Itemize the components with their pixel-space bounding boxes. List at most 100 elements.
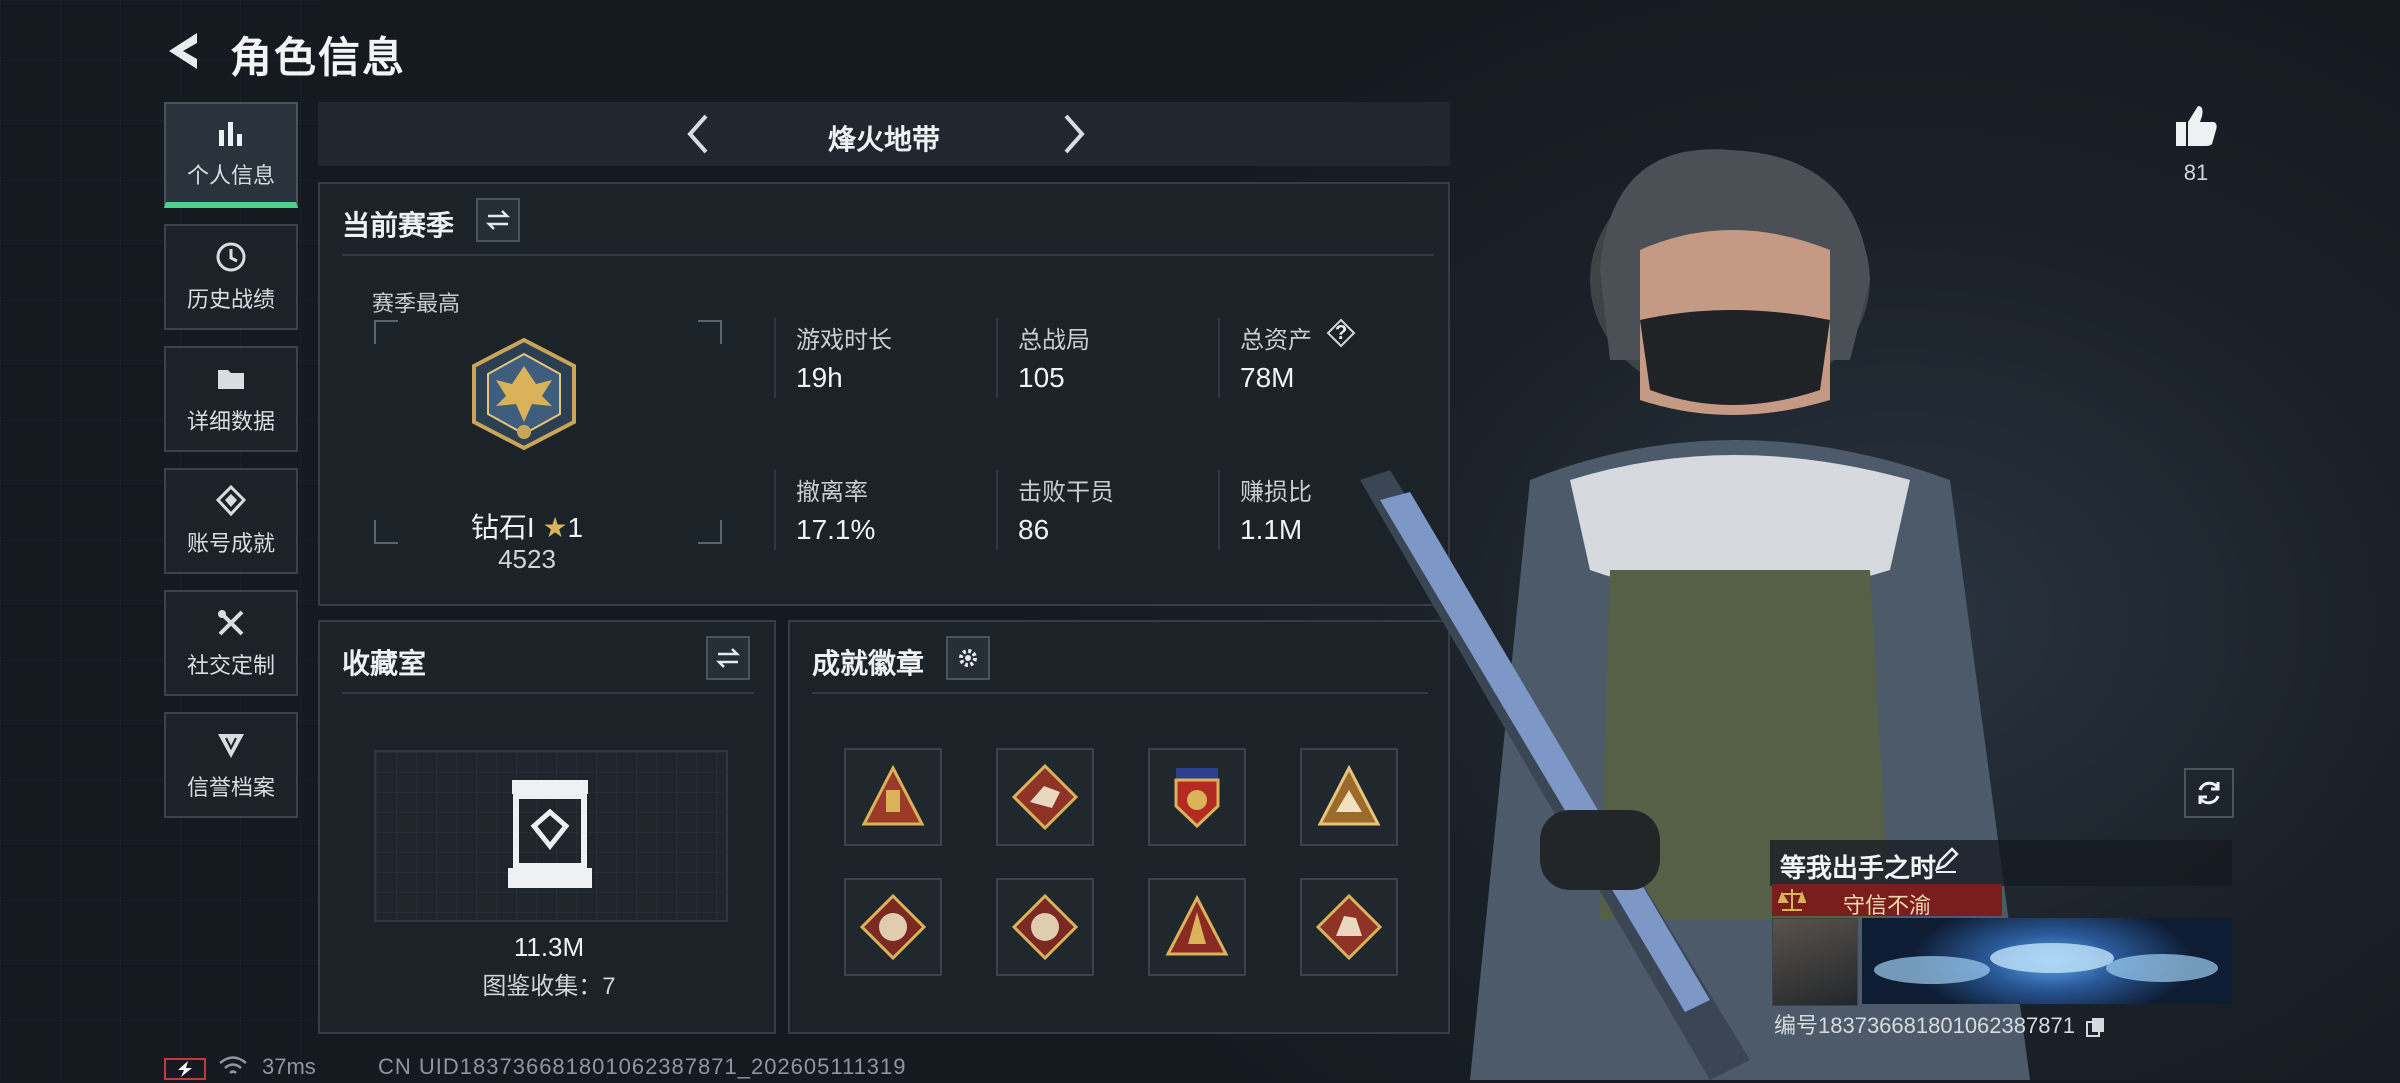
- shield-icon: [218, 734, 244, 758]
- frame-corner: [698, 320, 722, 344]
- current-season-panel: 当前赛季 赛季最高 钻石I ★1 4523 游戏时长 19h 总战局 105 总…: [318, 182, 1450, 606]
- stat-value-profit-ratio: 1.1M: [1240, 514, 1303, 545]
- stat-label-total-assets: 总资产: [1240, 327, 1312, 354]
- like-button[interactable]: [2166, 96, 2226, 156]
- stat-divider: [774, 318, 776, 398]
- triangle-badge-icon: [1165, 894, 1229, 956]
- crest-badge-icon: [1174, 768, 1220, 829]
- collection-value: 11.3M: [513, 932, 585, 962]
- collection-title: 收藏室: [342, 648, 427, 679]
- sidebar-item-label: 个人信息: [186, 163, 275, 188]
- thumbs-up-icon: [2176, 106, 2217, 146]
- wifi-icon: [219, 1056, 247, 1074]
- rank-score: 4523: [498, 544, 556, 574]
- achievement-badge[interactable]: [996, 748, 1094, 846]
- profile-banner-image: [1862, 918, 2232, 1004]
- achievement-badge[interactable]: [996, 878, 1094, 976]
- nickname-bar: 等我出手之时: [1770, 840, 2232, 886]
- sidebar-item-credit-file[interactable]: 信誉档案: [164, 712, 298, 818]
- stat-label-playtime: 游戏时长: [796, 327, 892, 354]
- stat-label-kills: 击败干员: [1018, 479, 1114, 506]
- tools-icon: [218, 610, 244, 636]
- sidebar-item-detailed-data[interactable]: 详细数据: [164, 346, 298, 452]
- swap-icon: [715, 648, 741, 668]
- sidebar-item-label: 社交定制: [186, 653, 275, 678]
- stat-value-kills: 86: [1018, 514, 1050, 545]
- sidebar-item-label: 历史战绩: [186, 287, 275, 312]
- sidebar-item-label: 信誉档案: [186, 775, 275, 800]
- pencil-icon: [1934, 847, 1959, 873]
- achievements-title: 成就徽章: [812, 648, 925, 679]
- page-title: 角色信息: [230, 34, 407, 81]
- banner-figures-image: [1874, 943, 2218, 984]
- collection-panel[interactable]: 收藏室 11.3M 图鉴收集：7: [318, 620, 776, 1034]
- collection-count: 图鉴收集：7: [482, 973, 616, 1000]
- sidebar-item-label: 账号成就: [186, 531, 275, 556]
- mode-selector: 烽火地带: [318, 102, 1450, 166]
- player-id-text: 编号183736681801062387871: [1774, 1013, 2075, 1038]
- season-best-label: 赛季最高: [372, 291, 461, 316]
- stat-divider: [996, 318, 998, 398]
- bar-chart-icon: [219, 122, 242, 146]
- achievements-settings-button[interactable]: [946, 636, 990, 680]
- copy-icon: [2086, 1018, 2105, 1038]
- season-switch-button[interactable]: [476, 198, 520, 242]
- divider: [342, 692, 754, 694]
- sidebar-item-label: 详细数据: [186, 409, 275, 434]
- battery-icon: [164, 1058, 206, 1080]
- back-button[interactable]: [160, 26, 210, 76]
- sidebar-item-achievements[interactable]: 账号成就: [164, 468, 298, 574]
- frame-corner: [374, 320, 398, 344]
- avatar[interactable]: [1772, 918, 1858, 1006]
- player-nickname: 等我出手之时: [1780, 853, 1937, 883]
- stat-label-total-matches: 总战局: [1018, 327, 1090, 354]
- triangle-badge-icon: [861, 764, 925, 826]
- stat-divider: [1218, 470, 1220, 550]
- star-icon: ★: [542, 512, 568, 543]
- sidebar-item-history[interactable]: 历史战绩: [164, 224, 298, 330]
- clock-icon: [216, 242, 246, 272]
- stat-divider: [1218, 318, 1220, 398]
- charging-bolt-icon: [178, 1061, 192, 1077]
- achievement-badge[interactable]: [844, 878, 942, 976]
- refresh-icon: [2198, 781, 2220, 805]
- stat-value-extraction-rate: 17.1%: [796, 514, 876, 545]
- stat-value-playtime: 19h: [796, 362, 843, 393]
- collection-preview: [374, 750, 728, 922]
- stat-value-total-assets: 78M: [1240, 362, 1295, 393]
- dragon-badge-icon: [1011, 893, 1079, 961]
- stat-label-extraction-rate: 撤离率: [796, 479, 868, 506]
- rank-line: 钻石I ★1: [320, 506, 734, 546]
- achievement-badge[interactable]: [844, 748, 942, 846]
- sidebar-item-social-custom[interactable]: 社交定制: [164, 590, 298, 696]
- achievement-badge[interactable]: [1148, 878, 1246, 976]
- sidebar-item-personal-info[interactable]: 个人信息: [164, 102, 298, 208]
- gear-icon: [959, 649, 977, 667]
- stat-divider: [774, 470, 776, 550]
- divider: [342, 254, 1434, 256]
- diamond-badge-icon: [1011, 763, 1079, 831]
- back-arrow-icon: [169, 33, 197, 69]
- season-title: 当前赛季: [342, 210, 455, 241]
- reputation-tag: 守信不渝: [1772, 884, 2002, 918]
- achievement-icon: [215, 484, 247, 517]
- uid-text: CN UID183736681801062387871_202605111319: [378, 1054, 907, 1079]
- ping-text: 37ms: [262, 1054, 316, 1079]
- reputation-tag-text: 守信不渝: [1842, 893, 1931, 918]
- chevron-right-icon: [1064, 114, 1085, 154]
- dragon-badge-icon: [859, 893, 927, 961]
- edit-nickname-button[interactable]: [1932, 846, 1964, 878]
- stat-divider: [996, 470, 998, 550]
- swap-icon: [485, 210, 511, 230]
- mode-name: 烽火地带: [827, 124, 940, 155]
- next-mode-button[interactable]: [1048, 110, 1096, 158]
- collection-switch-button[interactable]: [706, 636, 750, 680]
- folder-icon: [218, 370, 244, 389]
- stat-value-total-matches: 105: [1018, 362, 1065, 393]
- achievement-badge[interactable]: [1148, 748, 1246, 846]
- copy-id-button[interactable]: [2085, 1016, 2107, 1038]
- rotate-model-button[interactable]: [2184, 768, 2234, 818]
- diamond-rank-emblem: [472, 337, 576, 451]
- rank-name: 钻石I: [470, 512, 535, 543]
- rank-stars: 1: [567, 512, 584, 543]
